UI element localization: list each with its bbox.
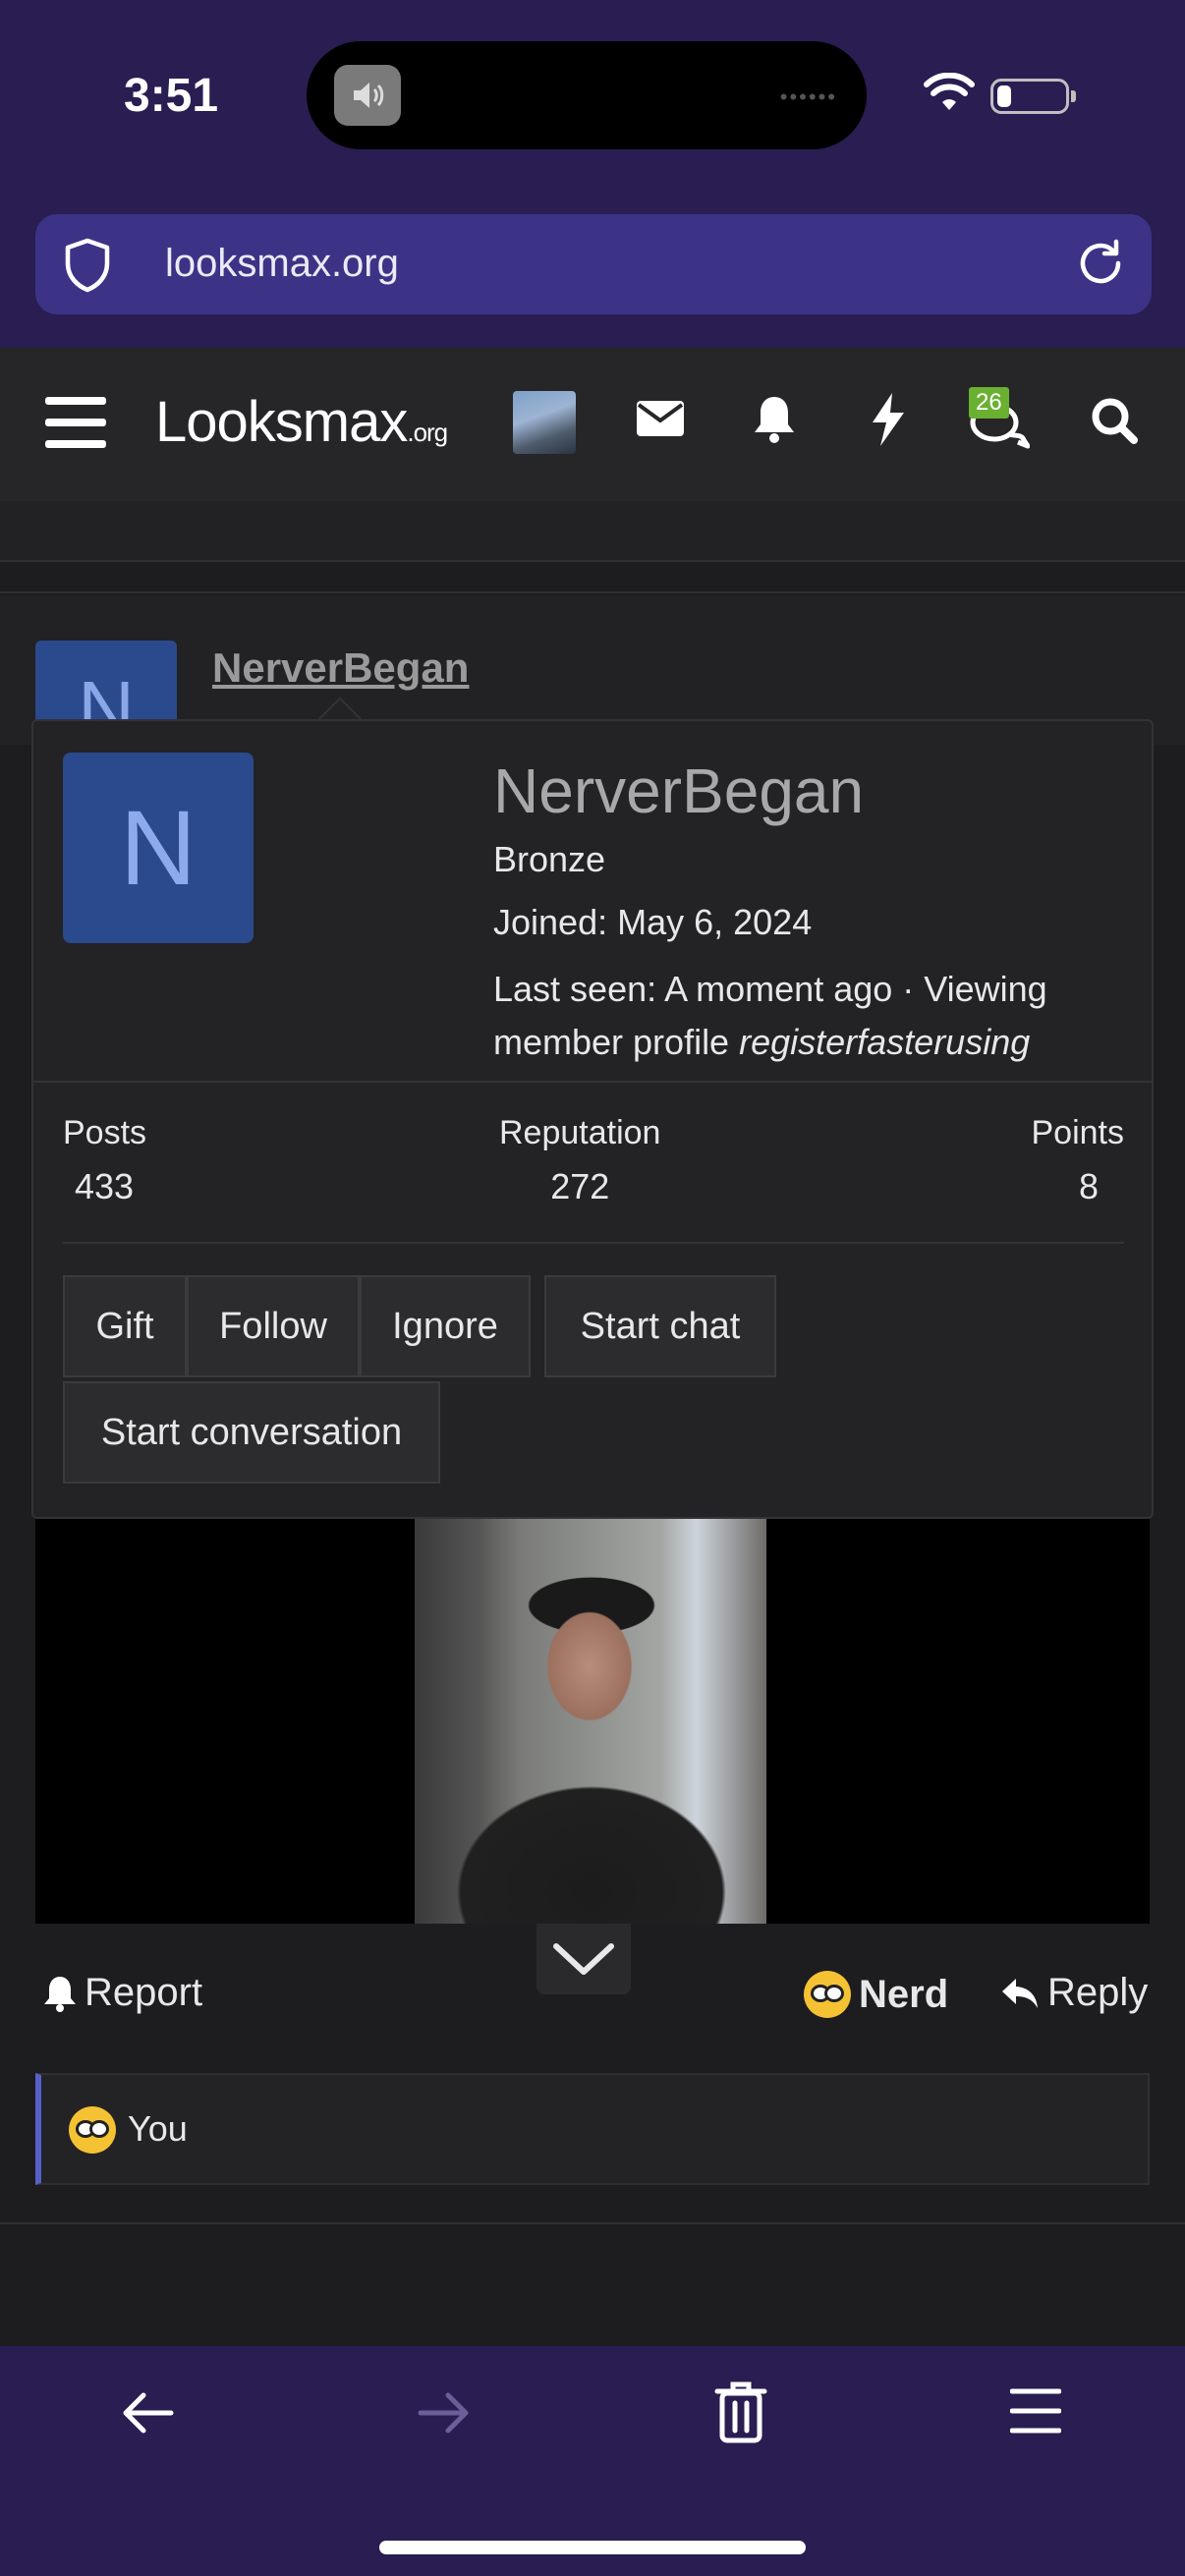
nerd-emoji-icon xyxy=(804,1971,851,2018)
start-conversation-button[interactable]: Start conversation xyxy=(63,1381,440,1484)
report-link[interactable]: Report xyxy=(43,1971,202,2015)
speaker-icon xyxy=(334,65,401,126)
browser-url-area: looksmax.org xyxy=(0,196,1185,348)
member-rank: Bronze xyxy=(493,839,606,879)
home-indicator[interactable] xyxy=(379,2541,806,2554)
stat-points-value: 8 xyxy=(1078,1166,1099,1206)
stat-posts-label: Posts xyxy=(63,1114,147,1151)
member-last-seen: Last seen: A moment ago · Viewing member… xyxy=(493,963,1122,1069)
reaction-label: Nerd xyxy=(859,1972,949,2016)
video-frame[interactable] xyxy=(415,1519,766,1924)
divider xyxy=(33,1081,1152,1083)
forward-icon xyxy=(415,2383,474,2447)
chat-badge: 26 xyxy=(969,387,1009,419)
stat-points-label: Points xyxy=(1031,1114,1125,1151)
stat-reputation-label: Reputation xyxy=(499,1114,661,1151)
stat-reputation-value: 272 xyxy=(550,1166,610,1206)
previous-post-footer xyxy=(0,501,1185,562)
report-label: Report xyxy=(85,1971,203,2014)
status-bar: 3:51 •••••• xyxy=(0,0,1185,196)
divider xyxy=(0,2222,1185,2224)
back-icon[interactable] xyxy=(118,2383,177,2447)
menu-icon[interactable] xyxy=(45,395,106,455)
chevron-down-icon[interactable] xyxy=(536,1924,631,1994)
site-nav: Looksmax.org 26 xyxy=(0,348,1185,501)
stat-posts[interactable]: Posts 433 xyxy=(63,1114,146,1207)
url-bar[interactable]: looksmax.org xyxy=(35,214,1152,314)
divider xyxy=(63,1242,1124,1244)
reactions-text: You xyxy=(128,2108,188,2149)
gift-button[interactable]: Gift xyxy=(63,1275,187,1377)
post-username[interactable]: NerverBegan xyxy=(212,644,469,692)
shield-icon[interactable] xyxy=(63,238,112,298)
reply-label: Reply xyxy=(1047,1971,1149,2014)
mail-icon[interactable] xyxy=(637,399,684,443)
nerd-emoji-icon xyxy=(69,2106,116,2154)
search-icon[interactable] xyxy=(1091,397,1138,449)
reply-icon xyxy=(1002,1978,1038,2008)
status-time: 3:51 xyxy=(124,70,219,122)
logo-main: Looksmax xyxy=(155,390,408,454)
island-dots: •••••• xyxy=(779,84,837,109)
battery-icon xyxy=(990,79,1076,114)
member-avatar[interactable]: N xyxy=(63,753,254,943)
logo-suffix: .org xyxy=(407,418,448,447)
browser-menu-icon[interactable] xyxy=(1009,2387,1062,2439)
ignore-button[interactable]: Ignore xyxy=(360,1275,531,1377)
start-chat-button[interactable]: Start chat xyxy=(544,1275,776,1377)
bolt-icon[interactable] xyxy=(871,393,906,451)
reload-icon[interactable] xyxy=(1073,236,1128,296)
stat-posts-value: 433 xyxy=(75,1166,135,1206)
member-joined: Joined: May 6, 2024 xyxy=(493,902,813,942)
follow-button[interactable]: Follow xyxy=(187,1275,360,1377)
video-embed[interactable] xyxy=(35,1519,1150,1924)
url-text[interactable]: looksmax.org xyxy=(165,242,399,286)
member-name[interactable]: NerverBegan xyxy=(493,755,864,827)
bell-icon[interactable] xyxy=(753,395,796,449)
wifi-icon xyxy=(924,72,975,117)
member-tooltip: N NerverBegan Bronze Joined: May 6, 2024… xyxy=(31,719,1154,1519)
stat-points[interactable]: Points 8 xyxy=(1032,1114,1125,1207)
bell-icon xyxy=(44,1976,76,2012)
trash-icon[interactable] xyxy=(713,2380,768,2449)
reply-link[interactable]: Reply xyxy=(1000,1971,1148,2015)
divider xyxy=(0,591,1185,593)
site-logo[interactable]: Looksmax.org xyxy=(155,389,448,455)
stat-reputation: Reputation 272 xyxy=(499,1114,660,1207)
reaction-button[interactable]: Nerd xyxy=(804,1971,948,2018)
page-content: N NerverBegan N NerverBegan Bronze Joine… xyxy=(0,501,1185,2346)
last-seen-user: registerfasterusing xyxy=(739,1022,1031,1062)
user-avatar[interactable] xyxy=(513,391,576,454)
dynamic-island: •••••• xyxy=(307,41,867,149)
reactions-summary[interactable]: You xyxy=(35,2073,1150,2185)
